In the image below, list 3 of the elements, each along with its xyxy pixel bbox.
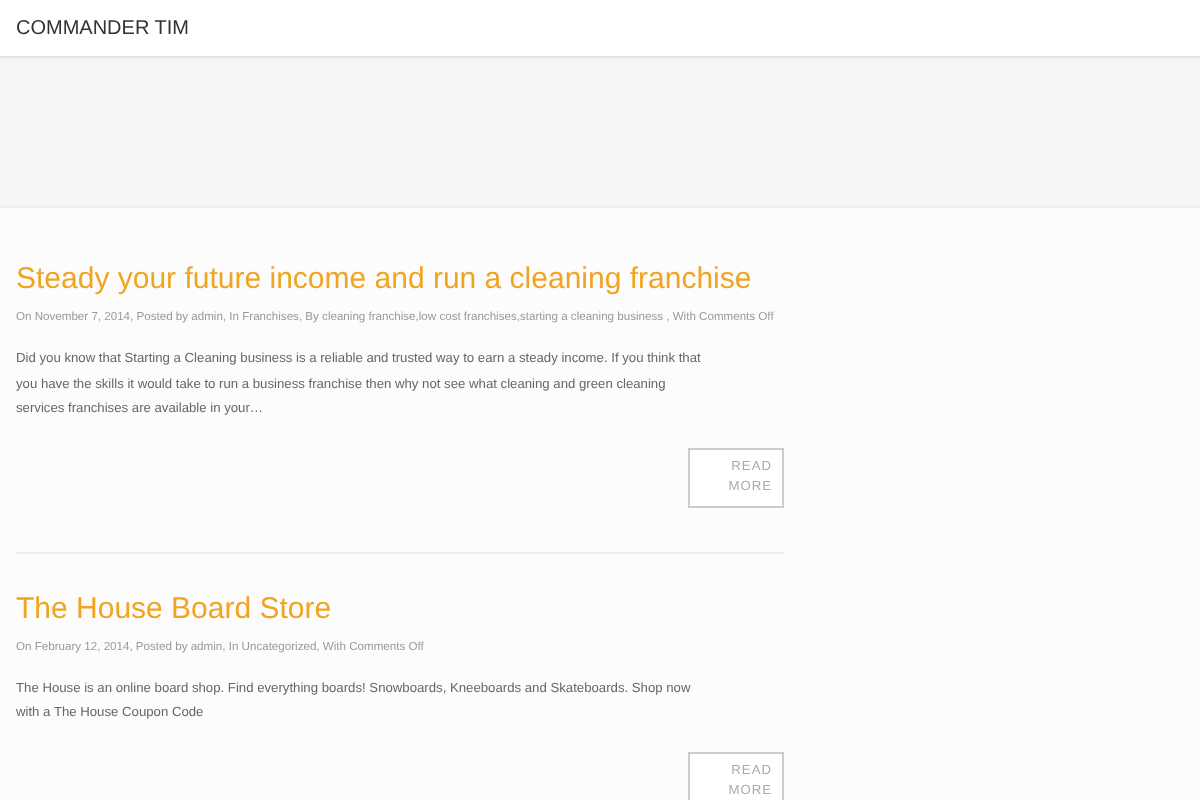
post-title[interactable]: The House Board Store [16,589,784,629]
post-title[interactable]: Steady your future income and run a cleaning franchise [16,260,784,300]
site-title[interactable]: COMMANDER TIM [16,17,189,39]
